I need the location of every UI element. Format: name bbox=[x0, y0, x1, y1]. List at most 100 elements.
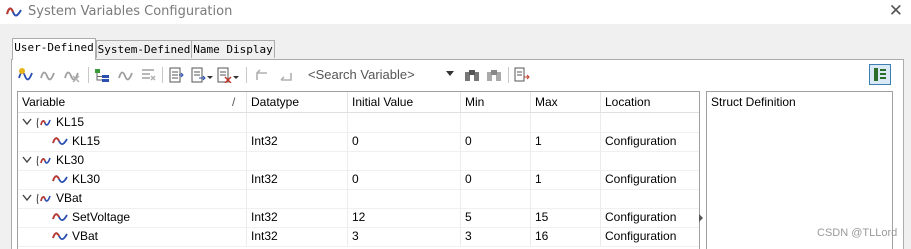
namespace-icon bbox=[36, 193, 51, 205]
tab-user-defined[interactable]: User-Defined bbox=[12, 38, 96, 60]
min-cell: 5 bbox=[461, 208, 531, 227]
export-icon[interactable] bbox=[190, 67, 206, 83]
toolbar-separator bbox=[88, 67, 89, 83]
toolbar: <Search Variable> bbox=[12, 61, 900, 89]
variable-name-cell: KL30 bbox=[18, 151, 247, 170]
variable-name-cell: KL15 bbox=[18, 132, 247, 151]
datatype-cell bbox=[247, 151, 348, 170]
initial-value-cell bbox=[348, 189, 461, 208]
delete-namespace-icon[interactable] bbox=[140, 67, 156, 83]
location-cell bbox=[601, 151, 699, 170]
location-cell bbox=[601, 189, 699, 208]
column-header-initial-value[interactable]: Initial Value bbox=[348, 92, 461, 112]
struct-definition-panel: Struct Definition bbox=[706, 91, 893, 249]
tab-system-defined[interactable]: System-Defined bbox=[96, 40, 192, 58]
panel-layout-icon bbox=[874, 68, 886, 81]
column-header-max[interactable]: Max bbox=[531, 92, 601, 112]
max-cell: 1 bbox=[531, 170, 601, 189]
column-header-min[interactable]: Min bbox=[461, 92, 531, 112]
max-cell: 1 bbox=[531, 132, 601, 151]
variable-label: KL30 bbox=[72, 172, 101, 186]
tab-name-display[interactable]: Name Display bbox=[191, 40, 275, 58]
variable-wave-icon bbox=[52, 213, 68, 222]
location-cell bbox=[601, 113, 699, 132]
add-namespace-icon[interactable] bbox=[94, 67, 110, 83]
variable-label: SetVoltage bbox=[72, 210, 131, 224]
location-cell: Configuration bbox=[605, 229, 677, 243]
search-placeholder: <Search Variable> bbox=[308, 67, 415, 82]
min-cell: 3 bbox=[461, 227, 531, 246]
add-variable-icon[interactable] bbox=[18, 67, 34, 83]
max-cell: 15 bbox=[531, 208, 601, 227]
variable-name-cell: KL15 bbox=[18, 113, 247, 132]
datatype-cell: Int32 bbox=[247, 170, 348, 189]
expand-chevron-icon[interactable] bbox=[22, 156, 32, 164]
export-dropdown-icon[interactable] bbox=[207, 66, 213, 84]
variable-row[interactable]: SetVoltage Int32 12 5 15 Configuration bbox=[18, 208, 699, 228]
variable-row[interactable]: KL15 Int32 0 0 1 Configuration bbox=[18, 132, 699, 152]
namespace-label: KL15 bbox=[56, 115, 85, 129]
window-title: System Variables Configuration bbox=[28, 4, 233, 19]
initial-value-cell bbox=[348, 113, 461, 132]
toolbar-separator bbox=[246, 67, 247, 83]
min-cell: 0 bbox=[461, 170, 531, 189]
min-cell bbox=[461, 189, 531, 208]
namespace-row[interactable]: KL30 bbox=[18, 151, 699, 171]
variable-wave-icon bbox=[52, 175, 68, 184]
initial-value-cell: 3 bbox=[348, 227, 461, 246]
variable-name-cell: SetVoltage bbox=[18, 208, 247, 227]
max-cell bbox=[531, 151, 601, 170]
expand-chevron-icon[interactable] bbox=[22, 194, 32, 202]
go-to-icon[interactable] bbox=[514, 67, 530, 83]
variable-name-cell: VBat bbox=[18, 227, 247, 246]
column-header-location[interactable]: Location bbox=[601, 92, 699, 112]
variable-wave-icon bbox=[52, 137, 68, 146]
datatype-cell bbox=[247, 113, 348, 132]
variable-name-cell: KL30 bbox=[18, 170, 247, 189]
max-cell bbox=[531, 113, 601, 132]
location-cell: Configuration bbox=[605, 210, 677, 224]
variable-wave-icon bbox=[52, 232, 68, 241]
edit-variable-icon[interactable] bbox=[40, 67, 56, 83]
show-struct-panel-button[interactable] bbox=[869, 64, 891, 85]
namespace-variable-icon[interactable] bbox=[118, 67, 134, 83]
struct-definition-label: Struct Definition bbox=[711, 95, 796, 109]
namespace-row[interactable]: VBat bbox=[18, 189, 699, 209]
delete-variable-icon[interactable] bbox=[64, 67, 80, 83]
variable-row[interactable]: KL30 Int32 0 0 1 Configuration bbox=[18, 170, 699, 190]
close-icon[interactable]: ✕ bbox=[889, 1, 903, 21]
find-next-icon[interactable] bbox=[464, 67, 480, 83]
move-down-icon[interactable] bbox=[278, 67, 294, 83]
initial-value-cell bbox=[348, 151, 461, 170]
filter-dropdown-icon[interactable] bbox=[233, 66, 239, 84]
move-up-icon[interactable] bbox=[254, 67, 270, 83]
initial-value-cell: 0 bbox=[348, 132, 461, 151]
column-header-variable[interactable]: Variable / bbox=[18, 92, 247, 112]
title-bar: System Variables Configuration ✕ bbox=[0, 0, 911, 24]
find-previous-icon[interactable] bbox=[486, 67, 502, 83]
splitter-arrow-icon[interactable] bbox=[699, 214, 703, 222]
min-cell bbox=[461, 151, 531, 170]
expand-chevron-icon[interactable] bbox=[22, 118, 32, 126]
namespace-label: KL30 bbox=[56, 153, 85, 167]
min-cell: 0 bbox=[461, 132, 531, 151]
variable-name-cell: VBat bbox=[18, 189, 247, 208]
toolbar-separator bbox=[508, 67, 509, 83]
chevron-down-icon[interactable] bbox=[446, 71, 454, 77]
datatype-cell: Int32 bbox=[247, 132, 348, 151]
min-cell bbox=[461, 113, 531, 132]
filter-icon[interactable] bbox=[216, 67, 232, 83]
variable-label: VBat bbox=[72, 229, 99, 243]
max-cell: 16 bbox=[531, 227, 601, 246]
search-variable-input[interactable]: <Search Variable> bbox=[308, 65, 454, 84]
app-wave-icon bbox=[6, 7, 22, 17]
variable-row[interactable]: VBat Int32 3 3 16 Configuration bbox=[18, 227, 699, 247]
column-header-datatype[interactable]: Datatype bbox=[247, 92, 348, 112]
initial-value-cell: 12 bbox=[348, 208, 461, 227]
namespace-row[interactable]: KL15 bbox=[18, 113, 699, 133]
watermark: CSDN @TLLord bbox=[817, 227, 898, 239]
namespace-icon bbox=[36, 117, 51, 129]
import-icon[interactable] bbox=[168, 67, 184, 83]
datatype-cell bbox=[247, 189, 348, 208]
namespace-label: VBat bbox=[56, 191, 83, 205]
